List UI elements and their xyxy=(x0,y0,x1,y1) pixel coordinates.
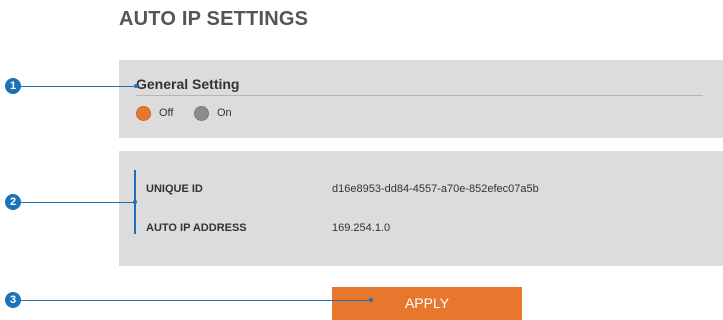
unique-id-label: UNIQUE ID xyxy=(146,183,203,195)
page-title: AUTO IP SETTINGS xyxy=(119,8,309,30)
callout-3-dot xyxy=(369,298,373,302)
callout-2-line xyxy=(21,202,135,203)
callout-1-dot xyxy=(134,84,138,88)
callout-1-line xyxy=(21,86,135,87)
callout-badge-3: 3 xyxy=(5,292,21,308)
section-divider xyxy=(136,95,703,96)
radio-on[interactable] xyxy=(194,106,209,121)
callout-badge-1: 1 xyxy=(5,78,21,94)
radio-on-label[interactable]: On xyxy=(217,107,232,119)
auto-ip-address-value: 169.254.1.0 xyxy=(332,222,391,234)
apply-button[interactable]: APPLY xyxy=(332,287,522,320)
auto-ip-address-label: AUTO IP ADDRESS xyxy=(146,222,247,234)
callout-2-dot xyxy=(133,200,137,204)
radio-off[interactable] xyxy=(136,106,151,121)
radio-off-label[interactable]: Off xyxy=(159,107,173,119)
callout-badge-2: 2 xyxy=(5,194,21,210)
general-setting-panel xyxy=(119,60,723,138)
auto-ip-info-panel xyxy=(119,151,723,266)
unique-id-value: d16e8953-dd84-4557-a70e-852efec07a5b xyxy=(332,183,539,195)
general-setting-heading: General Setting xyxy=(136,76,240,92)
callout-3-line xyxy=(21,300,371,301)
